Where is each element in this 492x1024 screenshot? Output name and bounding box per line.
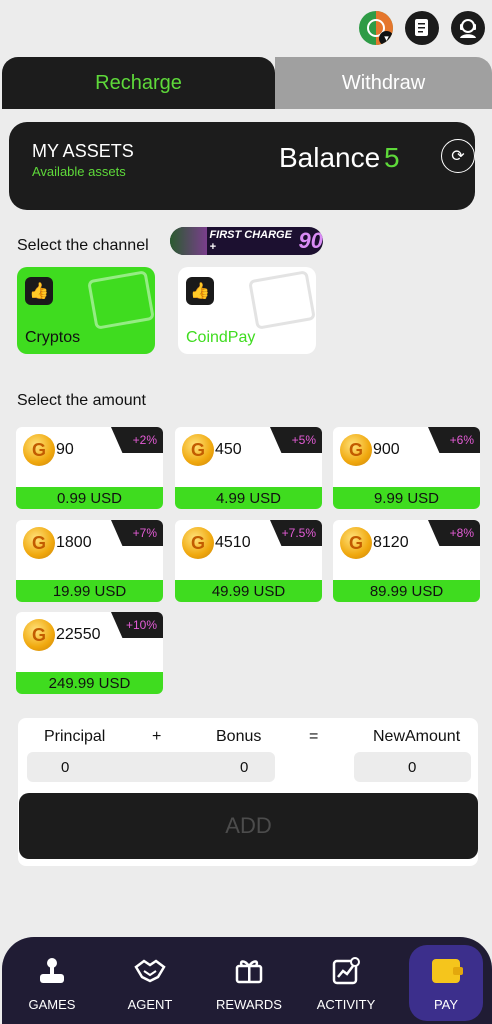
bonus-badge: +2% [111, 427, 163, 453]
price-label: 89.99 USD [333, 580, 480, 602]
plus-sign: + [152, 728, 162, 745]
bonus-value: 0 [240, 758, 249, 776]
customer-service-icon[interactable] [451, 11, 485, 45]
joystick-icon [36, 955, 68, 987]
nav-agent[interactable]: AGENT [113, 937, 187, 1024]
channel-option-coindpay[interactable]: 👍 CoindPay [178, 267, 316, 354]
coin-amount: 450 [215, 441, 242, 458]
coin-icon: G [182, 434, 214, 466]
amount-option[interactable]: G 4510 +7.5% 49.99 USD [175, 520, 322, 602]
coin-icon: G [23, 527, 55, 559]
coin-amount: 4510 [215, 534, 251, 551]
coin-icon: G [182, 527, 214, 559]
balance-value: 5 [384, 142, 400, 173]
bonus-label: Bonus [216, 728, 262, 745]
tab-withdraw[interactable]: Withdraw [275, 57, 492, 109]
price-label: 9.99 USD [333, 487, 480, 509]
channel-name: CoindPay [186, 329, 256, 346]
amount-option[interactable]: G 450 +5% 4.99 USD [175, 427, 322, 509]
nav-label: AGENT [127, 997, 173, 1012]
amount-option[interactable]: G 1800 +7% 19.99 USD [16, 520, 163, 602]
top-bar: ▾ [0, 0, 492, 56]
new-amount-label: NewAmount [373, 728, 461, 745]
bonus-badge: +7% [111, 520, 163, 546]
nav-label: GAMES [28, 997, 76, 1012]
refresh-icon[interactable]: ⟳ [441, 139, 475, 173]
price-label: 0.99 USD [16, 487, 163, 509]
promo-people-icon [170, 227, 208, 255]
price-label: 49.99 USD [175, 580, 322, 602]
chevron-down-icon: ▾ [379, 31, 393, 45]
coin-amount: 8120 [373, 534, 409, 551]
channel-name: Cryptos [25, 329, 81, 346]
amount-option[interactable]: G 900 +6% 9.99 USD [333, 427, 480, 509]
money-icon [248, 270, 316, 330]
assets-card: MY ASSETS Available assets Balance 5 ⟳ [9, 122, 475, 210]
nav-rewards[interactable]: REWARDS [212, 937, 286, 1024]
coin-amount: 1800 [56, 534, 92, 551]
select-channel-label: Select the channel [17, 237, 149, 254]
bonus-badge: +6% [428, 427, 480, 453]
equals-sign: = [309, 728, 319, 745]
promo-text: FIRST CHARGE + [209, 229, 292, 253]
balance-label: Balance [279, 142, 381, 173]
bottom-nav: GAMES AGENT REWARDS ACTIVITY PAY [2, 937, 492, 1024]
promo-number: 90 [298, 228, 323, 253]
activity-chart-icon [330, 955, 362, 987]
money-icon [87, 270, 155, 330]
first-charge-promo-banner[interactable]: FIRST CHARGE + 90 [170, 227, 323, 255]
amount-option[interactable]: G 90 +2% 0.99 USD [16, 427, 163, 509]
coin-amount: 90 [56, 441, 74, 458]
handshake-icon [134, 955, 166, 987]
nav-label: PAY [433, 997, 459, 1012]
new-amount-field: 0 [354, 752, 471, 782]
select-amount-label: Select the amount [17, 392, 146, 409]
coin-amount: 22550 [56, 626, 101, 643]
principal-value: 0 [61, 758, 70, 776]
coin-icon: G [23, 434, 55, 466]
assets-title: MY ASSETS [32, 141, 134, 161]
amount-option[interactable]: G 8120 +8% 89.99 USD [333, 520, 480, 602]
price-label: 19.99 USD [16, 580, 163, 602]
tab-bar: Recharge Withdraw [2, 57, 492, 109]
coin-amount: 900 [373, 441, 400, 458]
amount-option[interactable]: G 22550 +10% 249.99 USD [16, 612, 163, 694]
coin-icon: G [23, 619, 55, 651]
price-label: 249.99 USD [16, 672, 163, 694]
bonus-badge: +7.5% [270, 520, 322, 546]
nav-games[interactable]: GAMES [15, 937, 89, 1024]
assets-subtitle: Available assets [32, 164, 126, 179]
nav-label: ACTIVITY [316, 997, 376, 1012]
document-icon[interactable] [405, 11, 439, 45]
bonus-badge: +10% [111, 612, 163, 638]
language-flag-icon[interactable]: ▾ [359, 11, 393, 45]
nav-pay[interactable]: PAY [409, 945, 483, 1021]
price-label: 4.99 USD [175, 487, 322, 509]
add-button[interactable]: ADD [19, 793, 478, 859]
nav-label: REWARDS [216, 997, 282, 1012]
thumbs-up-icon: 👍 [25, 277, 53, 305]
thumbs-up-icon: 👍 [186, 277, 214, 305]
bonus-badge: +5% [270, 427, 322, 453]
coin-icon: G [340, 434, 372, 466]
coin-icon: G [340, 527, 372, 559]
gift-icon [233, 955, 265, 987]
new-amount-value: 0 [408, 758, 417, 776]
tab-recharge[interactable]: Recharge [2, 57, 275, 109]
principal-label: Principal [44, 728, 106, 745]
bonus-badge: +8% [428, 520, 480, 546]
channel-option-cryptos[interactable]: 👍 Cryptos [17, 267, 155, 354]
wallet-icon [430, 955, 463, 987]
principal-bonus-field: 0 0 [27, 752, 275, 782]
nav-activity[interactable]: ACTIVITY [309, 937, 383, 1024]
